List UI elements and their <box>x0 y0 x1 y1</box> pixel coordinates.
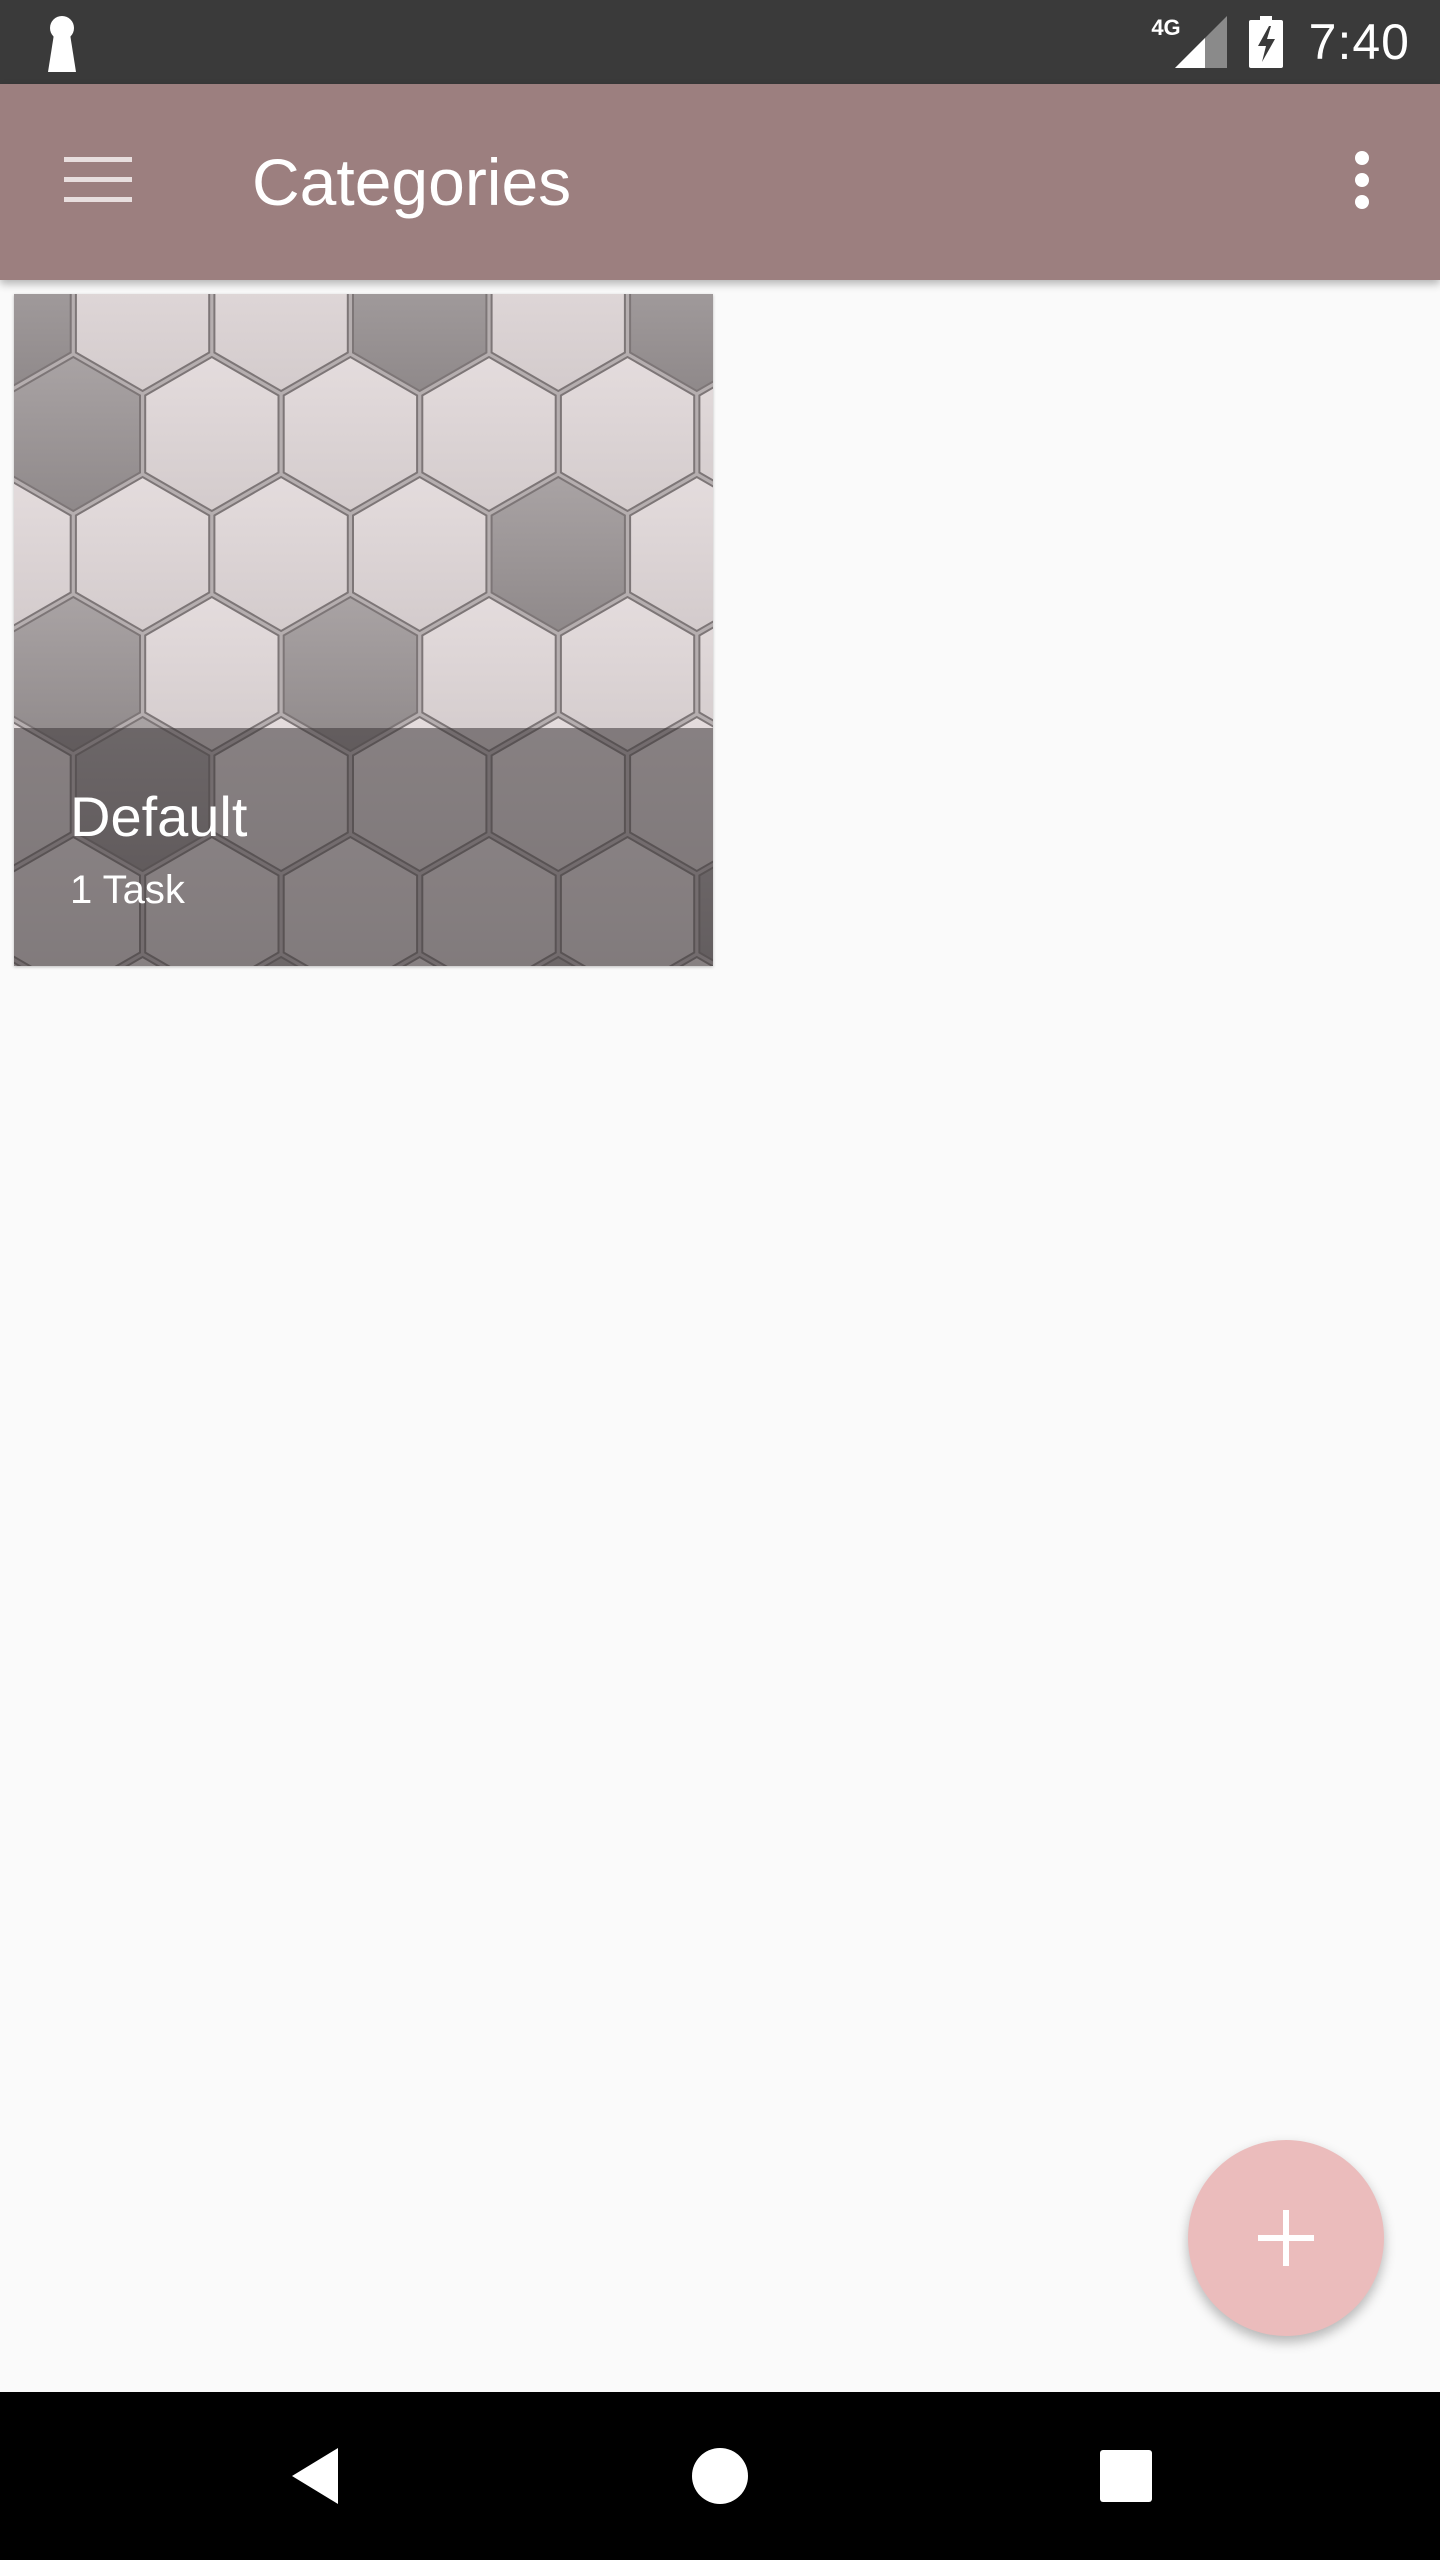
page-title: Categories <box>252 145 572 219</box>
more-vertical-icon <box>1355 151 1369 209</box>
recents-square-icon <box>1100 2450 1152 2502</box>
status-clock: 7:40 <box>1308 14 1410 70</box>
network-type-label: 4G <box>1151 15 1181 40</box>
app-bar: Categories <box>0 84 1440 280</box>
category-task-count: 1 Task <box>70 868 185 912</box>
nav-home-button[interactable] <box>670 2426 770 2526</box>
navigation-menu-button[interactable] <box>48 130 148 230</box>
nav-back-button[interactable] <box>266 2426 366 2526</box>
back-triangle-icon <box>292 2448 338 2504</box>
cell-signal-icon <box>1174 16 1227 68</box>
status-indicators: 4G 7:40 <box>1151 0 1410 84</box>
screen: 4G 7:40 Categories Default 1 Task <box>0 0 1440 2560</box>
system-nav-bar <box>0 2392 1440 2560</box>
plus-icon <box>1258 2210 1314 2266</box>
overflow-menu-button[interactable] <box>1322 130 1402 230</box>
battery-charging-icon <box>1248 16 1283 68</box>
home-circle-icon <box>692 2448 748 2504</box>
nav-recents-button[interactable] <box>1076 2426 1176 2526</box>
category-card-default[interactable]: Default 1 Task <box>14 294 713 966</box>
hamburger-menu-icon <box>64 157 132 202</box>
category-name: Default <box>70 785 248 848</box>
status-bar: 4G 7:40 <box>0 0 1440 84</box>
keyhole-notification-icon <box>48 16 76 72</box>
add-category-button[interactable] <box>1188 2140 1384 2336</box>
